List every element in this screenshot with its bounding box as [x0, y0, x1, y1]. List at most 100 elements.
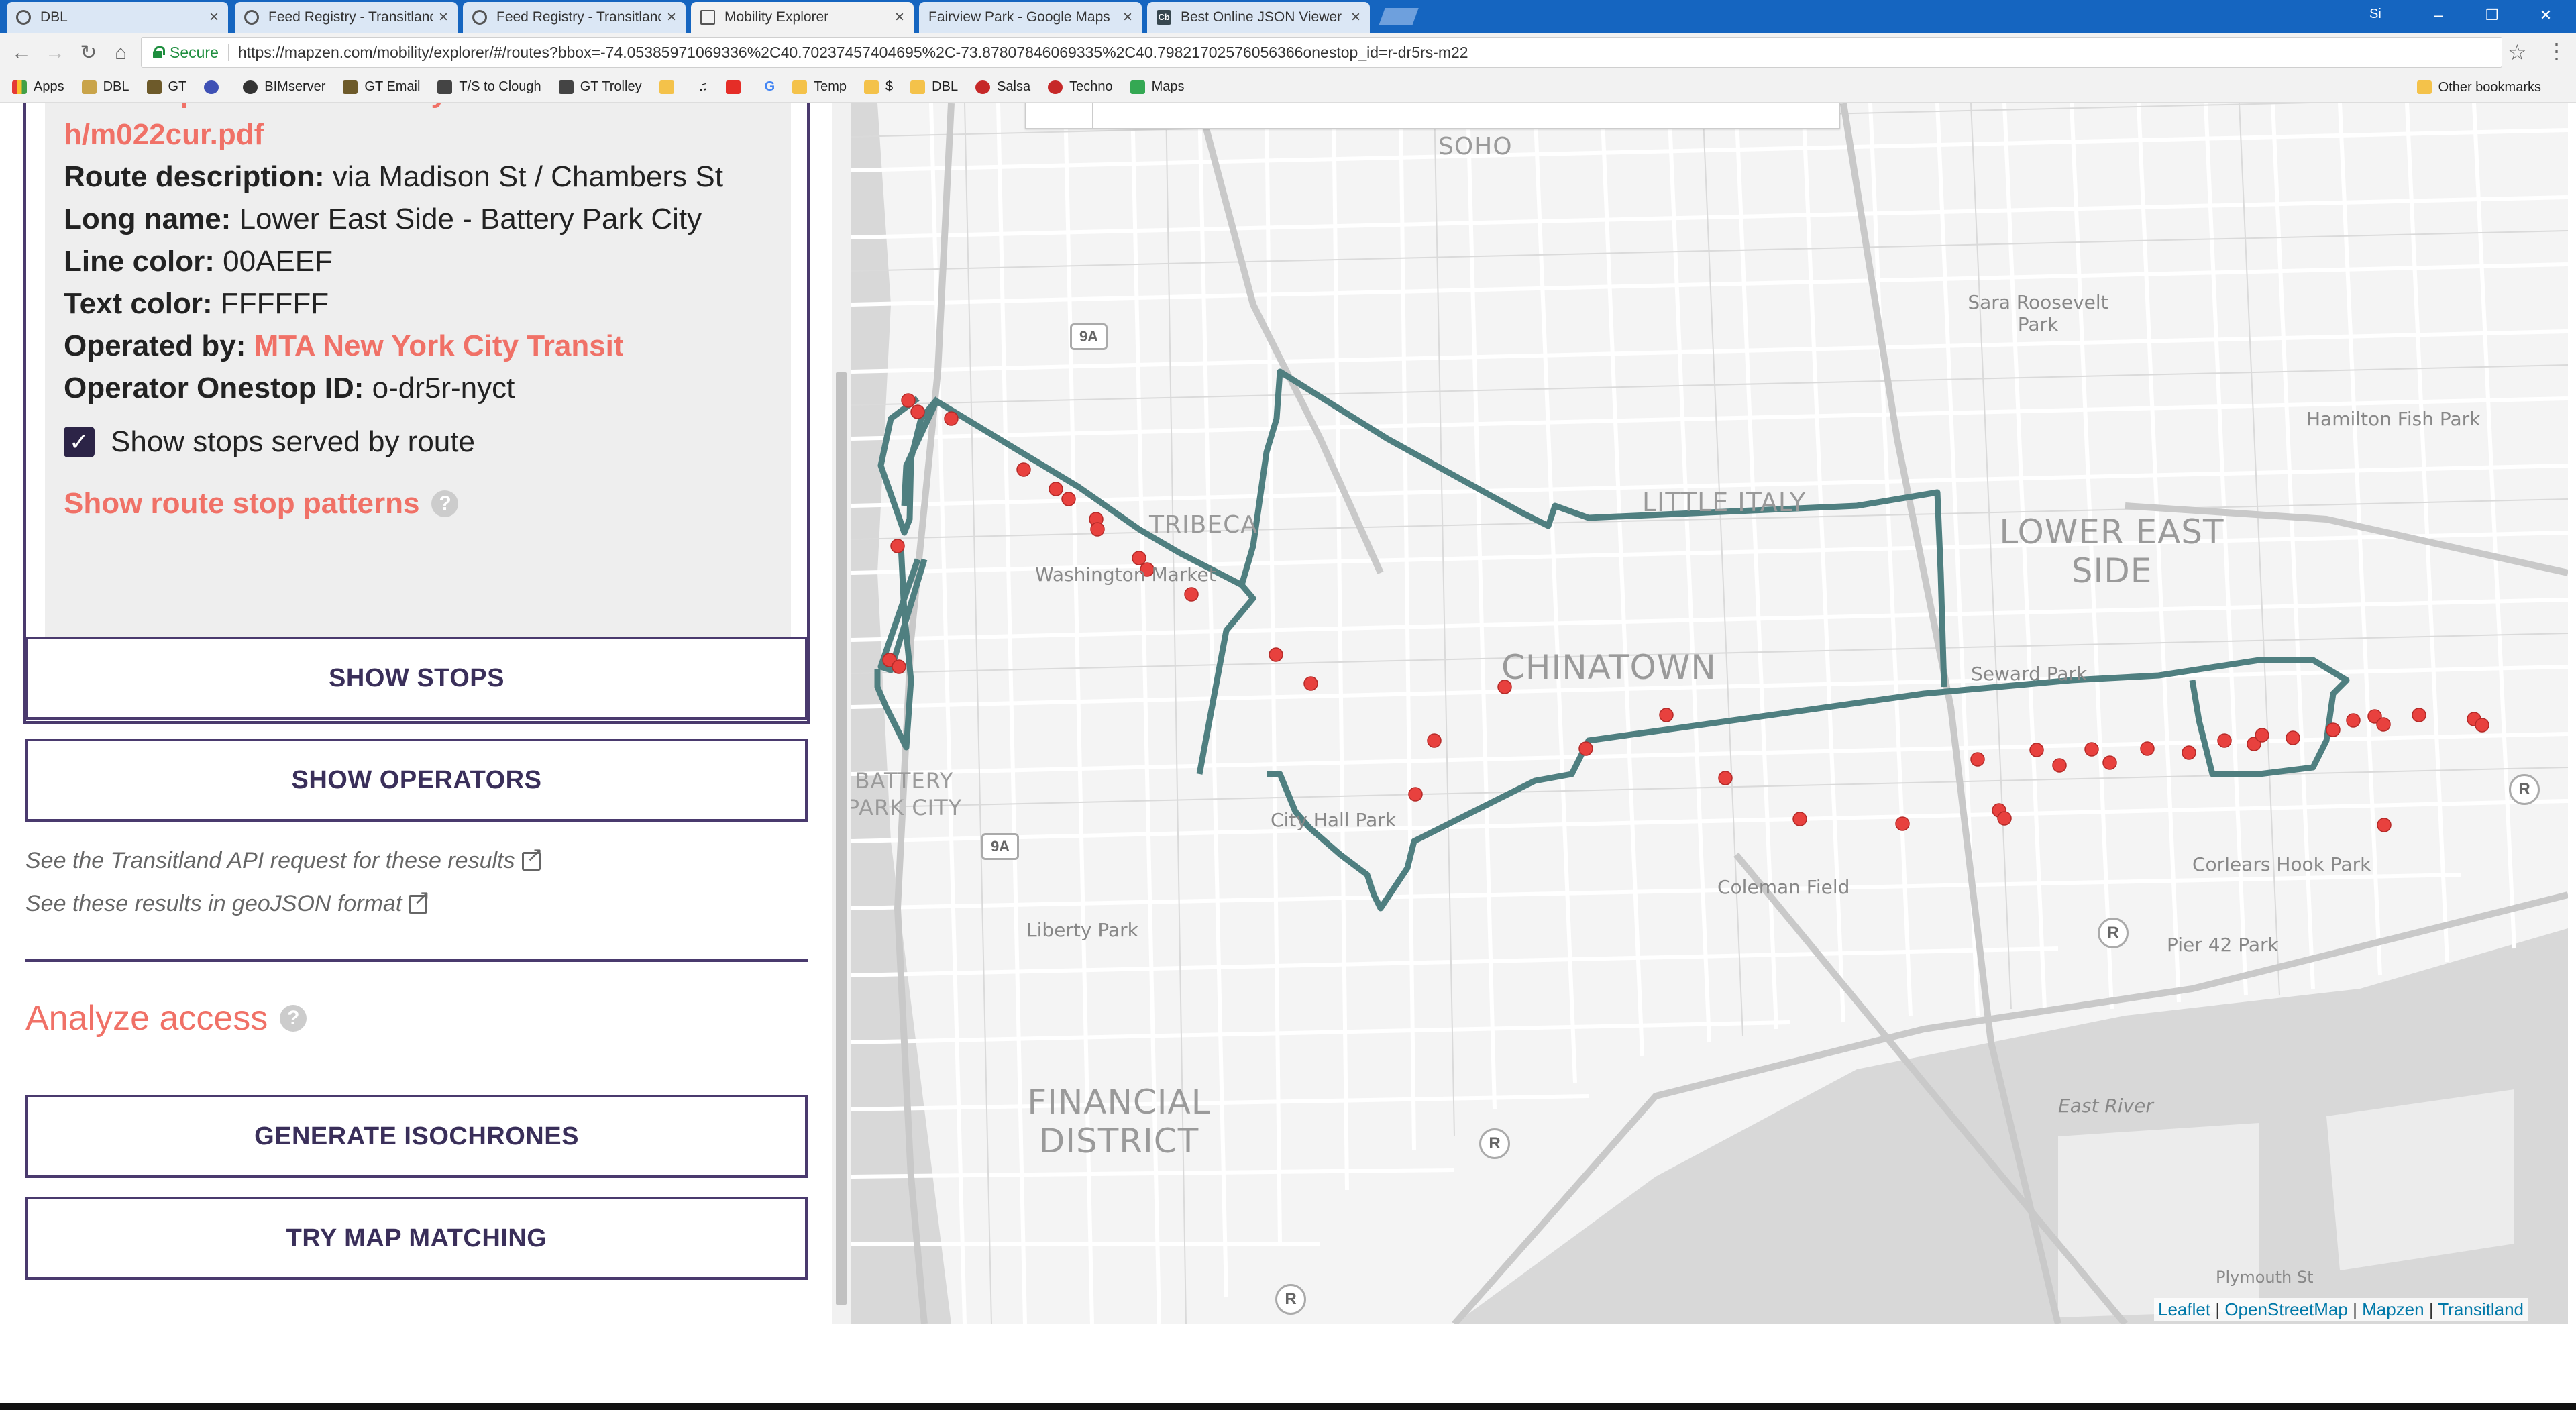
bookmark-maps[interactable]: Maps [1130, 79, 1185, 95]
line-color-row: Line color: 00AEEF [64, 240, 772, 282]
bookmark-folder[interactable] [659, 80, 681, 94]
stop-marker [1090, 522, 1105, 537]
route-url-link[interactable]: http://web.mta.info/nyct/bus/schedule/ma… [142, 103, 739, 109]
operated-by-row: Operated by: MTA New York City Transit [64, 325, 772, 367]
water-label: East River [2058, 1095, 2153, 1117]
forward-icon[interactable]: → [42, 40, 68, 66]
route-shield: R [2509, 774, 2540, 805]
stop-marker [2140, 741, 2155, 756]
secure-label: Secure [170, 43, 219, 61]
restore-icon[interactable]: ❐ [2472, 3, 2512, 28]
leaflet-link[interactable]: Leaflet [2158, 1299, 2210, 1319]
bookmark-unnamed[interactable] [204, 80, 225, 94]
bookmark-temp[interactable]: Temp [792, 79, 847, 95]
address-bar[interactable]: Secure https://mapzen.com/mobility/explo… [141, 37, 2502, 68]
cb-icon: Cb [1157, 10, 1171, 25]
show-operators-button[interactable]: SHOW OPERATORS [25, 739, 808, 822]
back-icon[interactable]: ← [8, 40, 35, 66]
bookmark-gt-email[interactable]: GT Email [343, 79, 420, 95]
generate-isochrones-button[interactable]: GENERATE ISOCHRONES [25, 1095, 808, 1178]
close-window-icon[interactable]: ✕ [2526, 3, 2566, 28]
reload-icon[interactable]: ↻ [75, 40, 102, 66]
map-search-bar[interactable] [1025, 103, 1840, 129]
mapzen-link[interactable]: Mapzen [2362, 1299, 2424, 1319]
help-icon[interactable]: ? [431, 490, 459, 517]
show-stops-checkbox-row[interactable]: ✓ Show stops served by route [64, 425, 475, 459]
bookmark-gt-trolley[interactable]: GT Trolley [558, 79, 642, 95]
help-icon[interactable]: ? [280, 1005, 307, 1032]
bookmark-youtube[interactable] [725, 80, 747, 94]
stop-marker [1184, 587, 1199, 602]
minimize-icon[interactable]: – [2418, 3, 2459, 28]
field-value: o-dr5r-nyct [372, 372, 515, 404]
bookmark-music[interactable]: ♫ [698, 79, 708, 95]
bookmark-techno[interactable]: Techno [1048, 79, 1113, 95]
new-tab-button[interactable] [1379, 8, 1419, 25]
profile-name[interactable]: Si [2369, 7, 2381, 22]
route-url-row: URL: http://web.mta.info/nyct/bus/schedu… [64, 103, 772, 113]
bookmark-dbl[interactable]: DBL [81, 79, 129, 95]
divider [227, 44, 229, 61]
route-url-link[interactable]: h/m022cur.pdf [64, 118, 264, 151]
bookmark-star-icon[interactable]: ☆ [2508, 40, 2527, 65]
bookmark-dbl-folder[interactable]: DBL [910, 79, 958, 95]
route-url-row-cont: h/m022cur.pdf [64, 113, 772, 156]
url-text[interactable]: https://mapzen.com/mobility/explorer/#/r… [238, 44, 1468, 62]
close-tab-icon[interactable]: × [895, 8, 904, 27]
show-route-stop-patterns-link[interactable]: Show route stop patterns ? [64, 487, 459, 521]
operator-link[interactable]: MTA New York City Transit [254, 329, 624, 362]
tab-title: Fairview Park - Google Maps [928, 9, 1110, 25]
field-label: URL: [64, 103, 134, 109]
other-bookmarks[interactable]: Other bookmarks [2416, 72, 2541, 103]
browser-tab[interactable]: Cb Best Online JSON Viewer × [1147, 2, 1370, 33]
analyze-access-heading: Analyze access ? [25, 998, 307, 1038]
try-map-matching-button[interactable]: TRY MAP MATCHING [25, 1197, 808, 1280]
stop-marker [1061, 492, 1076, 506]
field-value: Lower East Side - Battery Park City [239, 203, 702, 235]
route-polyline[interactable] [874, 368, 2350, 912]
link-label: Show route stop patterns [64, 487, 420, 520]
browser-tab[interactable]: DBL × [7, 2, 228, 33]
park-label: Coleman Field [1717, 876, 1850, 898]
route-detail-panel: URL: http://web.mta.info/nyct/bus/schedu… [0, 103, 832, 1405]
location-pin-icon[interactable] [1026, 103, 1093, 129]
openstreetmap-link[interactable]: OpenStreetMap [2224, 1299, 2348, 1319]
home-icon[interactable]: ⌂ [107, 40, 134, 66]
stop-marker [2029, 743, 2044, 757]
bookmark-label: Salsa [997, 79, 1031, 94]
bookmark-gt[interactable]: GT [146, 79, 186, 95]
bookmark-salsa[interactable]: Salsa [975, 79, 1030, 95]
map-view[interactable]: SOHO TRIBECA LITTLE ITALY LOWER EAST SID… [851, 103, 2568, 1324]
bookmark-ts-clough[interactable]: T/S to Clough [437, 79, 541, 95]
field-value: FFFFFF [220, 287, 329, 320]
close-tab-icon[interactable]: × [209, 8, 219, 27]
browser-tab-strip: DBL × Feed Registry - Transitland × Feed… [0, 0, 2576, 33]
transitland-link[interactable]: Transitland [2438, 1299, 2524, 1319]
bookmark-apps[interactable]: Apps [12, 79, 64, 95]
stop-marker [1408, 787, 1423, 802]
close-tab-icon[interactable]: × [1351, 8, 1360, 27]
menu-icon[interactable]: ⋮ [2546, 38, 2567, 64]
heading-label: Analyze access [25, 999, 268, 1038]
stop-marker [890, 539, 905, 553]
bookmark-bimserver[interactable]: BIMserver [243, 79, 325, 95]
bookmark-google[interactable]: G [765, 79, 775, 95]
bookmark-dollar[interactable]: $ [864, 79, 893, 95]
api-request-link[interactable]: See the Transitland API request for thes… [25, 843, 543, 874]
browser-tab[interactable]: Feed Registry - Transitland × [463, 2, 686, 33]
browser-tab[interactable]: Fairview Park - Google Maps × [919, 2, 1142, 33]
close-tab-icon[interactable]: × [439, 8, 448, 27]
route-info-body: URL: http://web.mta.info/nyct/bus/schedu… [45, 103, 791, 704]
close-tab-icon[interactable]: × [1123, 8, 1132, 27]
geojson-link[interactable]: See these results in geoJSON format [25, 886, 430, 917]
music-icon: ♫ [698, 79, 708, 94]
browser-tab-active[interactable]: Mobility Explorer × [691, 2, 914, 33]
panel-scrollbar-thumb[interactable] [836, 372, 847, 1305]
close-tab-icon[interactable]: × [667, 8, 676, 27]
stop-marker [2412, 708, 2426, 722]
field-value: via Madison St / Chambers St [332, 160, 723, 193]
show-stops-checkbox[interactable]: ✓ [64, 427, 95, 457]
show-stops-button[interactable]: SHOW STOPS [25, 637, 808, 720]
bookmark-label: BIMserver [264, 79, 326, 94]
browser-tab[interactable]: Feed Registry - Transitland × [235, 2, 458, 33]
